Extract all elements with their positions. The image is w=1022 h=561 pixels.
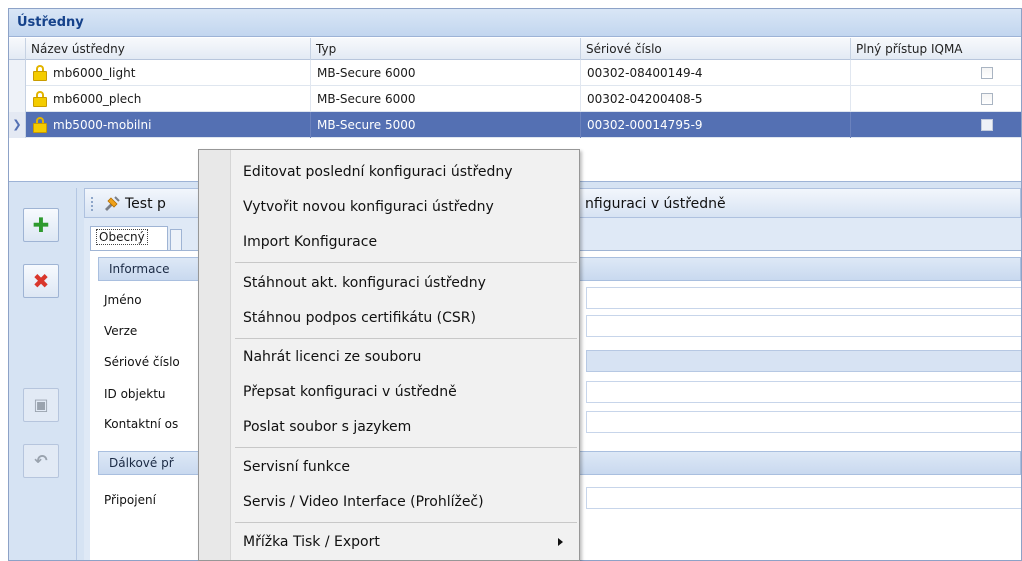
cell-serial[interactable]: 00302-04200408-5 [581, 86, 851, 112]
field-label-contact: Kontaktní os [104, 417, 179, 431]
menu-item-grid-print-export-label: Mřížka Tisk / Export [243, 534, 380, 550]
field-name-input[interactable] [586, 287, 1021, 309]
menu-item-send-language-file[interactable]: Poslat soubor s jazykem [235, 412, 577, 442]
menu-item-upload-license[interactable]: Nahrát licenci ze souboru [235, 342, 577, 372]
column-header-type[interactable]: Typ [311, 38, 581, 60]
column-header-name[interactable]: Název ústředny [26, 38, 311, 60]
field-label-connection: Připojení [104, 493, 156, 507]
add-button[interactable]: ✚ [23, 208, 59, 242]
menu-separator [235, 522, 577, 523]
test-connection-icon [105, 196, 120, 211]
table-row-selected[interactable]: ❯ mb5000-mobilni MB-Secure 5000 00302-00… [9, 112, 1021, 138]
header-indicator-cell [9, 38, 26, 60]
field-connection-input[interactable] [586, 487, 1021, 509]
save-button[interactable]: ▣ [23, 388, 59, 422]
field-contact-input[interactable] [586, 411, 1021, 433]
menu-item-download-config[interactable]: Stáhnout akt. konfiguraci ústředny [235, 268, 577, 298]
row-indicator-icon[interactable]: ❯ [9, 112, 26, 138]
full-access-checkbox[interactable] [981, 93, 993, 105]
grid-header: Název ústředny Typ Sériové číslo Plný př… [9, 38, 1021, 60]
table-row[interactable]: mb6000_light MB-Secure 6000 00302-084001… [9, 60, 1021, 86]
menu-item-service-video-interface[interactable]: Servis / Video Interface (Prohlížeč) [235, 487, 577, 517]
undo-icon: ↶ [34, 451, 48, 470]
row-indicator[interactable] [9, 60, 26, 86]
field-label-serial: Sériové číslo [104, 355, 180, 369]
menu-item-grid-print-export[interactable]: Mřížka Tisk / Export [235, 527, 577, 557]
field-serial-input [586, 350, 1021, 372]
save-icon: ▣ [33, 395, 49, 414]
cell-serial[interactable]: 00302-00014795-9 [581, 112, 851, 138]
context-menu-gutter [199, 150, 231, 560]
cell-serial[interactable]: 00302-08400149-4 [581, 60, 851, 86]
cell-name[interactable]: mb6000_light [49, 60, 311, 86]
delete-icon: ✖ [32, 269, 50, 293]
toolbar-grip[interactable] [91, 197, 94, 211]
field-label-name: Jméno [104, 293, 142, 307]
lock-icon [33, 65, 47, 81]
tab-general[interactable]: Obecný [90, 226, 168, 250]
add-icon: ✚ [32, 213, 50, 237]
menu-item-download-csr[interactable]: Stáhnou podpos certifikátu (CSR) [235, 303, 577, 333]
menu-item-overwrite-config[interactable]: Přepsat konfiguraci v ústředně [235, 377, 577, 407]
tab-general-label: Obecný [96, 229, 148, 245]
menu-item-import-config[interactable]: Import Konfigurace [235, 227, 577, 257]
test-connection-button[interactable]: Test p [125, 196, 166, 212]
menu-separator [235, 447, 577, 448]
panel-title-bar: Ústředny [9, 9, 1021, 37]
action-sidebar: ✚ ✖ ▣ ↶ [13, 188, 77, 560]
full-access-checkbox[interactable] [981, 119, 993, 131]
field-version-input[interactable] [586, 315, 1021, 337]
delete-button[interactable]: ✖ [23, 264, 59, 298]
field-label-object-id: ID objektu [104, 387, 166, 401]
panel-title: Ústředny [17, 15, 84, 30]
context-menu: Editovat poslední konfiguraci ústředny V… [198, 149, 580, 561]
row-indicator[interactable] [9, 86, 26, 112]
full-access-checkbox[interactable] [981, 67, 993, 79]
column-header-serial[interactable]: Sériové číslo [581, 38, 851, 60]
cell-type[interactable]: MB-Secure 6000 [311, 86, 581, 112]
submenu-arrow-icon [558, 538, 563, 546]
overwrite-config-button[interactable]: nfiguraci v ústředně [585, 196, 726, 212]
tab-second[interactable] [170, 229, 182, 250]
menu-separator [235, 338, 577, 339]
cell-name[interactable]: mb5000-mobilni [49, 112, 311, 138]
menu-item-edit-last-config[interactable]: Editovat poslední konfiguraci ústředny [235, 157, 577, 187]
lock-icon [33, 117, 47, 133]
field-object-id-input[interactable] [586, 381, 1021, 403]
undo-button[interactable]: ↶ [23, 444, 59, 478]
menu-separator [235, 262, 577, 263]
cell-type[interactable]: MB-Secure 5000 [311, 112, 581, 138]
cell-type[interactable]: MB-Secure 6000 [311, 60, 581, 86]
menu-item-new-config[interactable]: Vytvořit novou konfiguraci ústředny [235, 192, 577, 222]
field-label-version: Verze [104, 324, 138, 338]
cell-name[interactable]: mb6000_plech [49, 86, 311, 112]
menu-item-service-functions[interactable]: Servisní funkce [235, 452, 577, 482]
table-row[interactable]: mb6000_plech MB-Secure 6000 00302-042004… [9, 86, 1021, 112]
lock-icon [33, 91, 47, 107]
column-header-full-access[interactable]: Plný přístup IQMA [851, 38, 1021, 60]
